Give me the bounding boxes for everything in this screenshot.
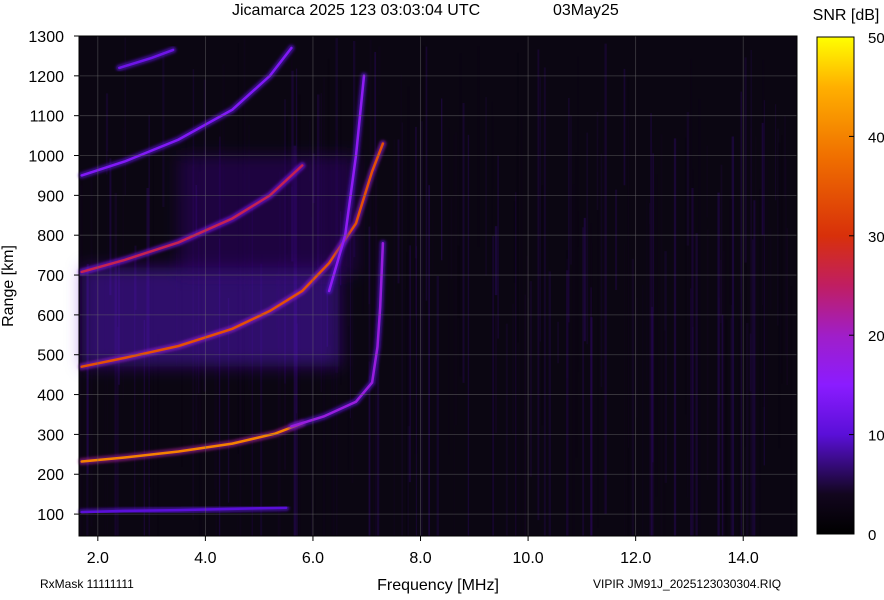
spread-f-region xyxy=(81,267,340,367)
y-tick-label: 600 xyxy=(37,308,64,325)
x-tick-label: 6.0 xyxy=(302,550,324,567)
x-tick-label: 10.0 xyxy=(513,550,544,567)
x-tick-label: 4.0 xyxy=(194,550,216,567)
x-tick-label: 14.0 xyxy=(728,550,759,567)
colorbar-label: SNR [dB] xyxy=(813,7,880,24)
ionogram-svg: 2.0 4.0 6.0 8.0 10.0 12.0 14.0 100200300400500… xyxy=(0,2,884,594)
colorbar-tick-label: 50 xyxy=(868,30,884,47)
x-tick-label: 12.0 xyxy=(620,550,651,567)
y-tick-label: 300 xyxy=(37,427,64,444)
y-tick-label: 900 xyxy=(37,188,64,205)
colorbar-tick-label: 40 xyxy=(868,129,884,146)
colorbar-gradient xyxy=(816,36,855,535)
y-tick-label: 400 xyxy=(37,388,64,405)
file-label: VIPIR JM91J_2025123030304.RIQ xyxy=(593,577,781,591)
y-tick-label: 1300 xyxy=(28,29,64,46)
y-tick-label: 200 xyxy=(37,467,64,484)
x-tick-label: 8.0 xyxy=(409,550,431,567)
y-tick-label: 500 xyxy=(37,348,64,365)
y-ticks: 100 200 300 400 500 600 700 800 900 1000 1100 1200 1… xyxy=(28,29,79,524)
y-tick-label: 800 xyxy=(37,228,64,245)
chart-date: 03May25 xyxy=(553,2,619,19)
y-tick-label: 1200 xyxy=(28,69,64,86)
colorbar-tick-label: 30 xyxy=(868,229,884,246)
x-ticks: 2.0 4.0 6.0 8.0 10.0 12.0 14.0 xyxy=(87,536,759,567)
colorbar-tick-label: 20 xyxy=(868,328,884,345)
x-tick-label: 2.0 xyxy=(87,550,109,567)
y-tick-label: 100 xyxy=(37,507,64,524)
colorbar-tick-label: 10 xyxy=(868,428,884,445)
colorbar-tick-label: 0 xyxy=(868,527,876,544)
colorbar: SNR [dB] 0 10 20 30 40 50 xyxy=(813,7,884,544)
rxmask-label: RxMask 11111111 xyxy=(40,577,134,591)
y-tick-label: 700 xyxy=(37,268,64,285)
ionogram-chart: 2.0 4.0 6.0 8.0 10.0 12.0 14.0 100 200 300 400 500… xyxy=(0,0,884,595)
x-axis-label: Frequency [MHz] xyxy=(377,577,499,594)
y-tick-label: 1100 xyxy=(30,109,65,126)
chart-title: Jicamarca 2025 123 03:03:04 UTC xyxy=(232,2,480,19)
y-tick-label: 1000 xyxy=(28,149,64,166)
y-axis-label: Range [km] xyxy=(0,245,17,327)
